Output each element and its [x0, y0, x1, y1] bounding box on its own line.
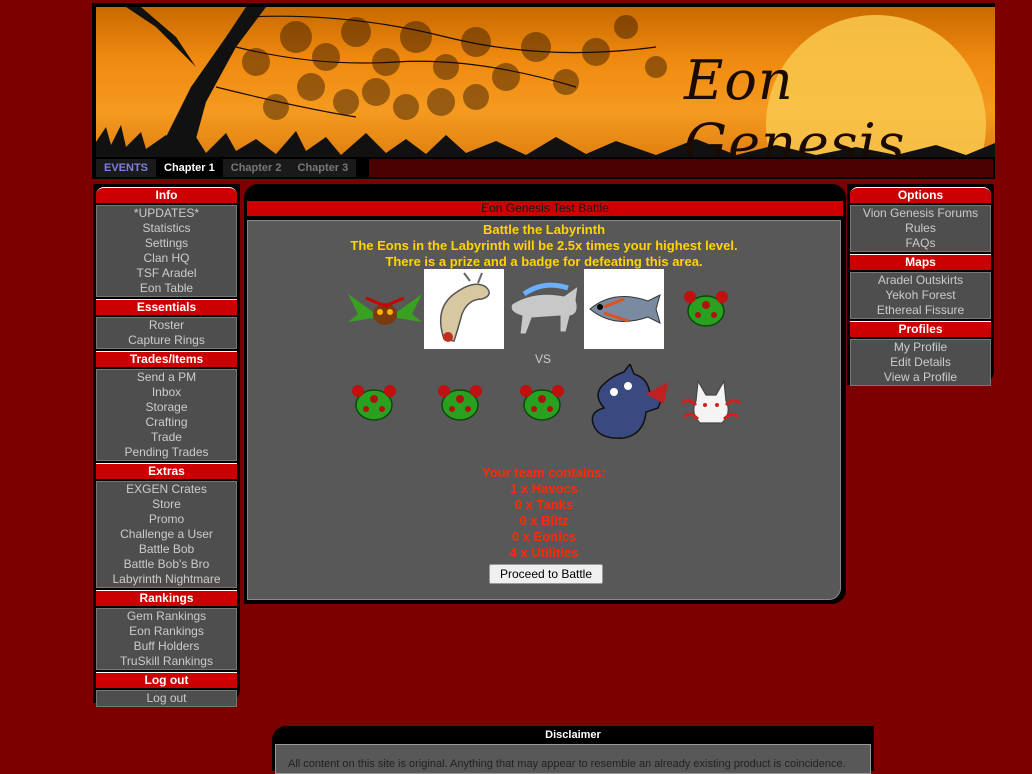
team-eonics: 0 x Eonics — [511, 529, 577, 544]
team-havocs: 1 x Havocs — [510, 481, 578, 496]
menu-section-extras: Extras — [96, 463, 237, 479]
menu-link-rules[interactable]: Rules — [851, 221, 990, 236]
menu-list-log-out: Log out — [96, 690, 237, 707]
battle-panel: Eon Genesis Test Battle Battle the Labyr… — [244, 184, 846, 604]
player-eon-4-dragon-icon — [591, 364, 668, 439]
fish-eon-icon — [589, 294, 661, 324]
enemy-eon-3-icon — [510, 282, 579, 335]
menu-list-options: Vion Genesis Forums Rules FAQs — [850, 205, 991, 252]
enemy-eon-5-icon — [684, 291, 728, 327]
menu-link-buff-holders[interactable]: Buff Holders — [97, 639, 236, 654]
menu-link-log-out[interactable]: Log out — [97, 691, 236, 706]
menu-section-log-out: Log out — [96, 672, 237, 688]
menu-list-profiles: My Profile Edit Details View a Profile — [850, 339, 991, 386]
menu-link-battle-bob[interactable]: Battle Bob — [97, 542, 236, 557]
menu-section-essentials: Essentials — [96, 299, 237, 315]
menu-link-battle-bob-s-bro[interactable]: Battle Bob's Bro — [97, 557, 236, 572]
menu-section-options: Options — [850, 187, 991, 203]
menu-section-maps: Maps — [850, 254, 991, 270]
versus-label: VS — [535, 352, 552, 366]
proceed-to-battle-button[interactable]: Proceed to Battle — [489, 564, 603, 584]
site-title: Eon Genesis — [684, 49, 906, 157]
disclaimer-title: Disclaimer — [545, 729, 601, 741]
team-blitz: 0 x Blitz — [519, 513, 569, 528]
menu-list-extras: EXGEN Crates Store Promo Challenge a User Ba… — [96, 481, 237, 588]
menu-link-inbox[interactable]: Inbox — [97, 385, 236, 400]
menu-link-eon-table[interactable]: Eon Table — [97, 281, 236, 296]
menu-link-tsf-aradel[interactable]: TSF Aradel — [97, 266, 236, 281]
player-eon-5-fox-icon — [680, 379, 742, 424]
menu-list-trades-items: Send a PM Inbox Storage Crafting Trade Pendin… — [96, 369, 237, 461]
menu-link-pending-trades[interactable]: Pending Trades — [97, 445, 236, 460]
menu-link-promo[interactable]: Promo — [97, 512, 236, 527]
header-banner: Eon Genesis — [96, 7, 995, 157]
menu-link-labyrinth-nightmare[interactable]: Labyrinth Nightmare — [97, 572, 236, 587]
battle-info-level: The Eons in the Labyrinth will be 2.5x t… — [350, 238, 738, 253]
player-eon-2-icon — [438, 385, 482, 421]
menu-link-clan-hq[interactable]: Clan HQ — [97, 251, 236, 266]
menu-link-vion-genesis-forums[interactable]: Vion Genesis Forums — [851, 206, 990, 221]
tab-events[interactable]: EVENTS — [96, 159, 156, 177]
menu-link-updates[interactable]: *UPDATES* — [97, 206, 236, 221]
menu-list-info: *UPDATES* Statistics Settings Clan HQ TSF Ar… — [96, 205, 237, 297]
team-tanks: 0 x Tanks — [514, 497, 574, 512]
menu-list-maps: Aradel Outskirts Yekoh Forest Ethereal Fis… — [850, 272, 991, 319]
team-header: Your team contains: — [481, 465, 606, 480]
site-header: Eon Genesis EVENTS Chapter 1 Chapter 2 C… — [92, 3, 995, 179]
menu-link-faqs[interactable]: FAQs — [851, 236, 990, 251]
menu-section-trades-items: Trades/Items — [96, 351, 237, 367]
menu-link-ethereal-fissure[interactable]: Ethereal Fissure — [851, 303, 990, 318]
menu-link-truskill-rankings[interactable]: TruSkill Rankings — [97, 654, 236, 669]
menu-link-settings[interactable]: Settings — [97, 236, 236, 251]
tab-chapter-2[interactable]: Chapter 2 — [223, 159, 290, 177]
right-sidebar: Options Vion Genesis Forums Rules FAQs Maps A… — [847, 184, 994, 386]
menu-link-trade[interactable]: Trade — [97, 430, 236, 445]
menu-link-eon-rankings[interactable]: Eon Rankings — [97, 624, 236, 639]
menu-link-challenge-a-user[interactable]: Challenge a User — [97, 527, 236, 542]
left-sidebar: Info *UPDATES* Statistics Settings Clan HQ TS… — [93, 184, 240, 707]
enemy-eon-1-icon — [348, 294, 422, 325]
menu-link-edit-details[interactable]: Edit Details — [851, 355, 990, 370]
menu-section-info: Info — [96, 187, 237, 203]
menu-link-view-a-profile[interactable]: View a Profile — [851, 370, 990, 385]
menu-link-my-profile[interactable]: My Profile — [851, 340, 990, 355]
menu-link-crafting[interactable]: Crafting — [97, 415, 236, 430]
tab-chapter-3[interactable]: Chapter 3 — [290, 159, 357, 177]
menu-link-roster[interactable]: Roster — [97, 318, 236, 333]
menu-list-rankings: Gem Rankings Eon Rankings Buff Holders TruS… — [96, 608, 237, 670]
disclaimer-panel: Disclaimer All content on this site is o… — [272, 726, 874, 774]
menu-list-essentials: Roster Capture Rings — [96, 317, 237, 349]
battle-heading: Battle the Labyrinth — [482, 222, 606, 237]
menu-link-gem-rankings[interactable]: Gem Rankings — [97, 609, 236, 624]
battle-panel-title: Eon Genesis Test Battle — [247, 201, 843, 216]
battle-info-prize: There is a prize and a badge for defeati… — [385, 254, 703, 269]
menu-link-store[interactable]: Store — [97, 497, 236, 512]
menu-link-storage[interactable]: Storage — [97, 400, 236, 415]
enemy-eon-2-frame — [424, 269, 504, 349]
menu-section-profiles: Profiles — [850, 321, 991, 337]
team-summary: Your team contains: 1 x Havocs 0 x Tanks… — [248, 465, 840, 561]
menu-section-rankings: Rankings — [96, 590, 237, 606]
tab-strip-background — [369, 159, 993, 177]
menu-link-exgen-crates[interactable]: EXGEN Crates — [97, 482, 236, 497]
menu-link-capture-rings[interactable]: Capture Rings — [97, 333, 236, 348]
chapter-tabs: EVENTS Chapter 1 Chapter 2 Chapter 3 — [96, 159, 357, 177]
menu-link-statistics[interactable]: Statistics — [97, 221, 236, 236]
player-eon-3-icon — [520, 385, 564, 421]
enemy-eon-4-frame — [584, 269, 664, 349]
disclaimer-text: All content on this site is original. An… — [288, 758, 846, 770]
menu-link-yekoh-forest[interactable]: Yekoh Forest — [851, 288, 990, 303]
menu-link-aradel-outskirts[interactable]: Aradel Outskirts — [851, 273, 990, 288]
team-utilities: 4 x Utilities — [509, 545, 579, 560]
scorpion-eon-icon — [439, 272, 490, 342]
menu-link-send-a-pm[interactable]: Send a PM — [97, 370, 236, 385]
battle-panel-body: Battle the Labyrinth The Eons in the Lab… — [247, 220, 841, 600]
player-eon-1-icon — [352, 385, 396, 421]
tab-chapter-1[interactable]: Chapter 1 — [156, 159, 223, 177]
